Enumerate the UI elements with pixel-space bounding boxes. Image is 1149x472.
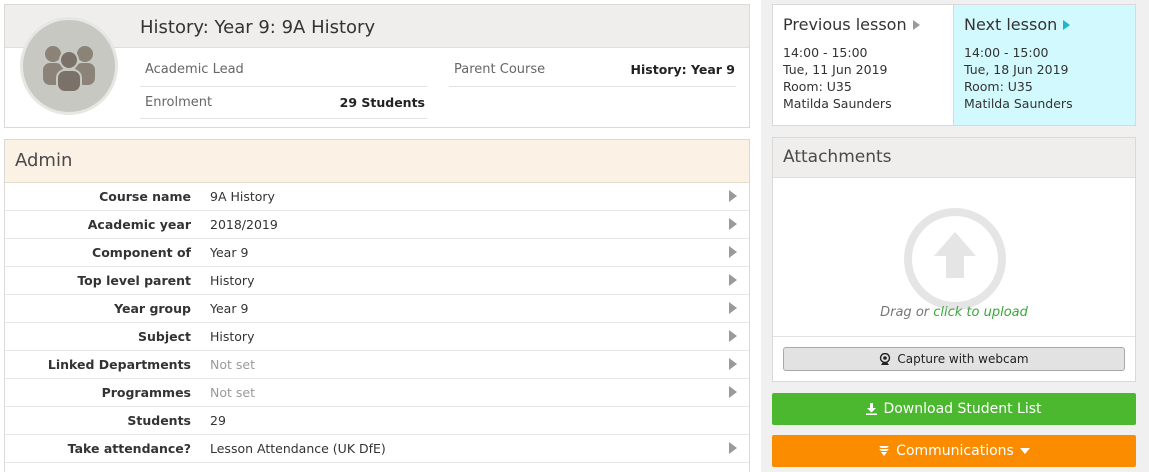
next-lesson[interactable]: Next lesson 14:00 - 15:00 Tue, 18 Jun 20… <box>954 5 1135 125</box>
lesson-teacher: Matilda Saunders <box>783 96 892 111</box>
course-header-card: History: Year 9: 9A History Academic Lea… <box>4 4 750 128</box>
arrow-right-icon[interactable] <box>729 330 737 342</box>
lessons-panel: Previous lesson 14:00 - 15:00 Tue, 11 Ju… <box>772 4 1136 126</box>
arrow-right-icon[interactable] <box>729 190 737 202</box>
drag-upload-text: Drag or click to upload <box>773 305 1135 320</box>
lesson-time: 14:00 - 15:00 <box>783 45 868 60</box>
attachments-title: Attachments <box>773 138 1135 178</box>
communications-icon <box>879 446 890 456</box>
arrow-right-icon[interactable] <box>729 246 737 258</box>
admin-row-label: Students <box>127 413 191 428</box>
group-avatar <box>20 17 118 115</box>
lesson-time: 14:00 - 15:00 <box>964 45 1049 60</box>
page-title: History: Year 9: 9A History <box>140 17 376 38</box>
communications-button[interactable]: Communications <box>772 435 1136 467</box>
next-lesson-title[interactable]: Next lesson <box>964 15 1125 34</box>
admin-row-value: Not set <box>210 357 255 372</box>
previous-lesson-label: Previous lesson <box>783 15 907 34</box>
divider <box>449 86 736 87</box>
admin-row[interactable]: Students 29 <box>5 407 749 435</box>
academic-lead-label: Academic Lead <box>145 62 244 77</box>
arrow-right-icon[interactable] <box>729 386 737 398</box>
enrolment-value: 29 Students <box>339 95 425 110</box>
arrow-right-icon[interactable] <box>729 274 737 286</box>
admin-row-value: Not set <box>210 385 255 400</box>
admin-row[interactable]: Subject History <box>5 323 749 351</box>
admin-row-value: 29 <box>210 413 226 428</box>
divider <box>773 336 1135 337</box>
lesson-room: Room: U35 <box>783 79 852 94</box>
admin-row-label: Take attendance? <box>67 441 191 456</box>
download-student-list-label: Download Student List <box>883 401 1042 417</box>
admin-row-label: Linked Departments <box>47 357 191 372</box>
admin-panel: Admin Course name 9A History Academic year… <box>4 139 750 472</box>
upload-dropzone[interactable] <box>904 208 1006 310</box>
next-lesson-label: Next lesson <box>964 15 1058 34</box>
admin-row[interactable]: Year group Year 9 <box>5 295 749 323</box>
capture-webcam-button[interactable]: Capture with webcam <box>783 347 1125 371</box>
previous-lesson-title[interactable]: Previous lesson <box>783 15 943 34</box>
admin-row[interactable]: Top level parent History <box>5 267 749 295</box>
arrow-right-icon[interactable] <box>729 302 737 314</box>
admin-row[interactable]: Take attendance? Lesson Attendance (UK Df… <box>5 435 749 463</box>
upload-arrow-icon <box>927 229 983 285</box>
chevron-down-icon <box>1019 448 1030 454</box>
parent-course-value: History: Year 9 <box>630 62 735 77</box>
admin-row-value: Year 9 <box>210 301 249 316</box>
course-header-band: History: Year 9: 9A History <box>5 5 749 48</box>
lesson-date: Tue, 11 Jun 2019 <box>783 62 888 77</box>
admin-row[interactable]: Component of Year 9 <box>5 239 749 267</box>
arrow-right-icon[interactable] <box>729 442 737 454</box>
previous-lesson[interactable]: Previous lesson 14:00 - 15:00 Tue, 11 Ju… <box>773 5 954 125</box>
admin-row-value: History <box>210 273 255 288</box>
webcam-icon <box>880 352 891 365</box>
capture-webcam-label: Capture with webcam <box>897 352 1029 366</box>
enrolment-label: Enrolment <box>145 95 213 110</box>
lesson-teacher: Matilda Saunders <box>964 96 1073 111</box>
arrow-right-icon[interactable] <box>729 218 737 230</box>
admin-row-value: Year 9 <box>210 245 249 260</box>
download-icon <box>866 403 878 415</box>
parent-course-label: Parent Course <box>454 62 546 77</box>
admin-row-label: Academic year <box>87 217 191 232</box>
click-to-upload-link[interactable]: click to upload <box>933 305 1028 320</box>
lesson-date: Tue, 18 Jun 2019 <box>964 62 1069 77</box>
admin-row-label: Year group <box>114 301 191 316</box>
admin-row-label: Programmes <box>101 385 191 400</box>
arrow-right-icon[interactable] <box>729 358 737 370</box>
arrow-right-icon <box>912 19 920 30</box>
admin-row-value: Lesson Attendance (UK DfE) <box>210 441 386 456</box>
admin-row-label: Component of <box>92 245 191 260</box>
communications-label: Communications <box>896 443 1014 459</box>
admin-row[interactable]: Linked Departments Not set <box>5 351 749 379</box>
admin-row[interactable]: Programmes Not set <box>5 379 749 407</box>
admin-row-label: Subject <box>138 329 191 344</box>
admin-rows: Course name 9A History Academic year 2018/2… <box>5 183 749 463</box>
admin-row-value: 9A History <box>210 189 275 204</box>
attachments-panel: Attachments Drag or click to upload Capt… <box>772 137 1136 382</box>
group-icon <box>43 46 95 92</box>
admin-row[interactable]: Course name 9A History <box>5 183 749 211</box>
divider <box>140 86 427 87</box>
admin-row[interactable]: Academic year 2018/2019 <box>5 211 749 239</box>
divider <box>140 118 427 119</box>
admin-title: Admin <box>5 140 749 183</box>
download-student-list-button[interactable]: Download Student List <box>772 393 1136 425</box>
arrow-right-icon <box>1063 19 1071 30</box>
admin-row-label: Top level parent <box>77 273 191 288</box>
admin-row-value: History <box>210 329 255 344</box>
admin-row-label: Course name <box>99 189 191 204</box>
lesson-room: Room: U35 <box>964 79 1033 94</box>
admin-row-value: 2018/2019 <box>210 217 278 232</box>
drag-label: Drag or <box>880 305 934 320</box>
